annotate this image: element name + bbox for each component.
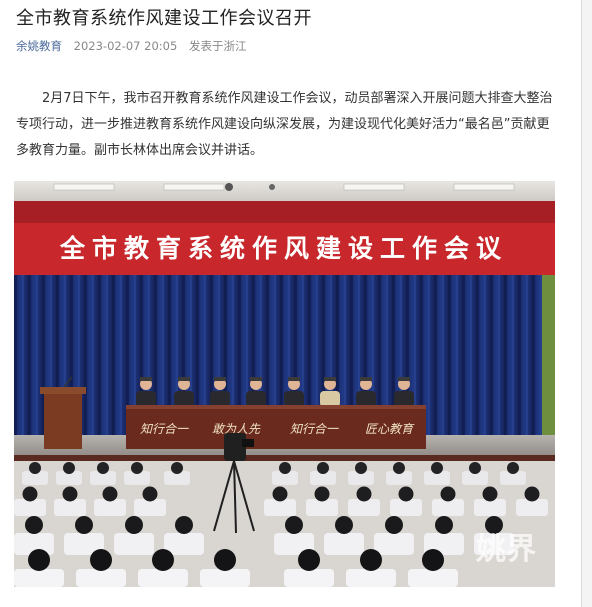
table-slogan-4: 匠心教育 [365,422,415,436]
publish-location: 发表于浙江 [188,39,247,53]
article-meta: 余姚教育 2023-02-07 20:05 发表于浙江 [16,38,254,54]
article-title: 全市教育系统作风建设工作会议召开 [16,8,312,29]
table-slogan-1: 知行合一 [140,422,189,436]
conference-photo: 全市教育系统作风建设工作会议 知行合一 敢为人先 知行合一 匠心教育 姚界 [14,181,555,587]
scrollbar-edge [581,0,592,607]
publish-time: 2023-02-07 20:05 [73,39,178,53]
article-body: 2月7日下午，我市召开教育系统作风建设工作会议，动员部署深入开展问题大排查大整治… [16,91,553,158]
watermark-text: 姚界 [475,532,536,567]
table-slogan-3: 知行合一 [290,422,339,436]
author-link[interactable]: 余姚教育 [16,39,62,53]
banner-text: 全市教育系统作风建设工作会议 [59,234,508,263]
